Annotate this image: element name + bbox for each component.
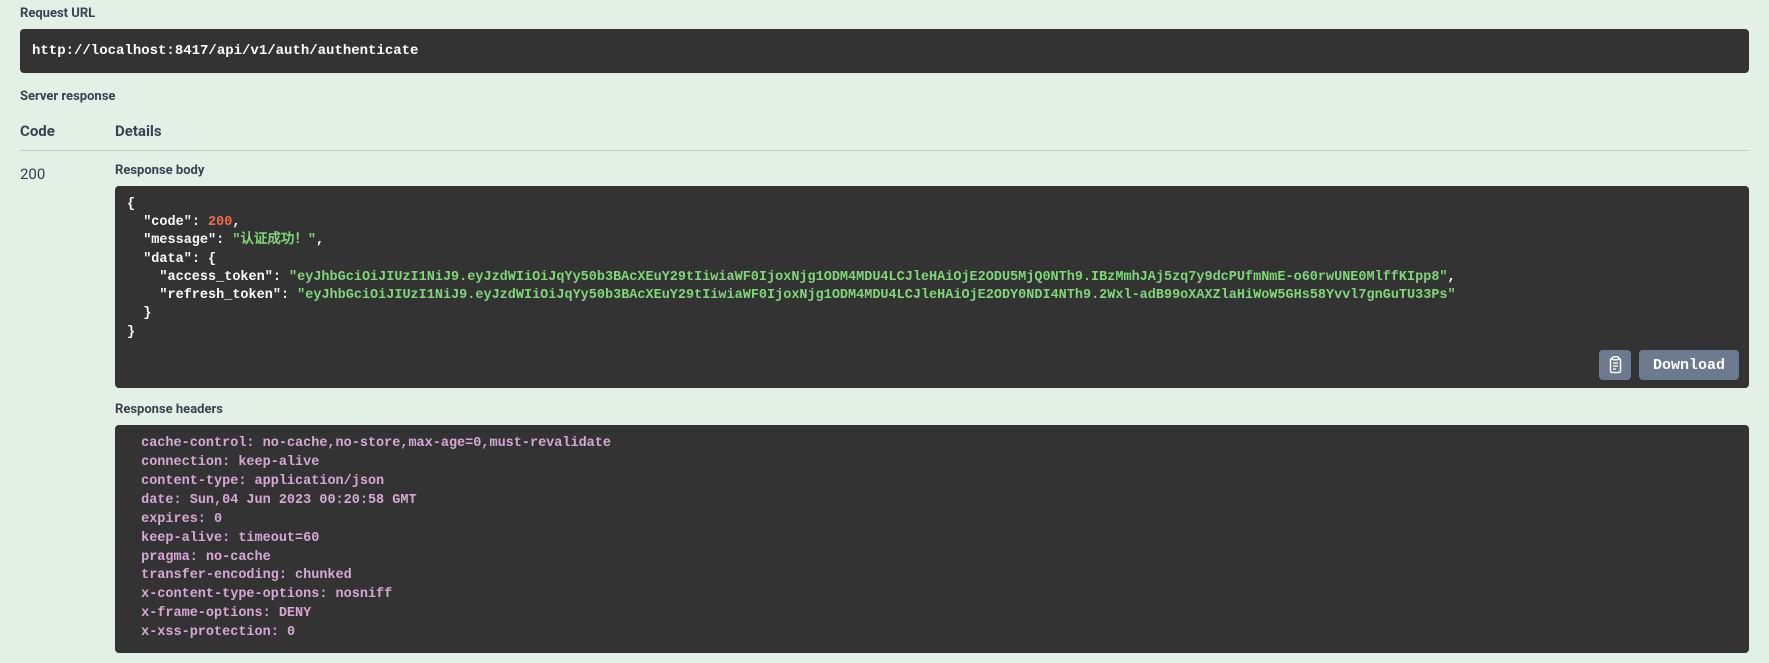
- header-line: date: Sun,04 Jun 2023 00:20:58 GMT: [133, 492, 1731, 511]
- header-value: Sun,04 Jun 2023 00:20:58 GMT: [190, 493, 425, 508]
- header-key: x-xss-protection:: [133, 625, 287, 640]
- json-val-refresh-token: "eyJhbGciOiJIUzI1NiJ9.eyJzdWIiOiJqYy50b3…: [297, 288, 1456, 303]
- json-colon: :: [216, 233, 232, 248]
- json-comma: ,: [316, 233, 324, 248]
- header-line: x-frame-options: DENY: [133, 605, 1731, 624]
- json-key-refresh-token: "refresh_token": [159, 288, 281, 303]
- header-key: keep-alive:: [133, 531, 238, 546]
- json-brace: }: [127, 306, 151, 321]
- header-value: keep-alive: [238, 455, 327, 470]
- json-colon: :: [281, 288, 297, 303]
- header-key: cache-control:: [133, 436, 263, 451]
- request-url-label: Request URL: [20, 0, 1749, 21]
- header-value: nosniff: [336, 587, 401, 602]
- json-brace: }: [127, 325, 135, 340]
- header-key: transfer-encoding:: [133, 568, 295, 583]
- header-value: chunked: [295, 568, 360, 583]
- header-line: expires: 0: [133, 511, 1731, 530]
- header-line: pragma: no-cache: [133, 549, 1731, 568]
- json-colon: :: [273, 270, 289, 285]
- header-value: application/json: [255, 474, 393, 489]
- json-key-data: "data": [143, 252, 192, 267]
- response-body-label: Response body: [115, 163, 1749, 178]
- header-key: pragma:: [133, 550, 206, 565]
- json-colon: :: [192, 215, 208, 230]
- header-value: DENY: [279, 606, 320, 621]
- response-row: 200 Response body { "code": 200, "messag…: [20, 163, 1749, 653]
- column-details-header: Details: [115, 122, 162, 140]
- json-key-message: "message": [143, 233, 216, 248]
- response-headers-block: cache-control: no-cache,no-store,max-age…: [115, 425, 1749, 653]
- copy-button[interactable]: [1599, 350, 1631, 380]
- server-response-label: Server response: [20, 83, 1749, 104]
- response-body-block: { "code": 200, "message": "认证成功！", "data…: [115, 186, 1749, 388]
- header-key: x-content-type-options:: [133, 587, 336, 602]
- json-val-access-token: "eyJhbGciOiJIUzI1NiJ9.eyJzdWIiOiJqYy50b3…: [289, 270, 1448, 285]
- header-key: connection:: [133, 455, 238, 470]
- header-value: 0: [214, 512, 230, 527]
- header-line: x-xss-protection: 0: [133, 624, 1731, 643]
- header-key: date:: [133, 493, 190, 508]
- response-table-header: Code Details: [20, 122, 1749, 151]
- json-key-access-token: "access_token": [159, 270, 272, 285]
- header-value: timeout=60: [238, 531, 327, 546]
- json-val-code: 200: [208, 215, 232, 230]
- header-key: content-type:: [133, 474, 255, 489]
- header-line: content-type: application/json: [133, 473, 1731, 492]
- header-value: no-cache: [206, 550, 279, 565]
- download-button[interactable]: Download: [1639, 350, 1739, 380]
- column-code-header: Code: [20, 122, 115, 140]
- clipboard-icon: [1607, 356, 1623, 374]
- header-line: connection: keep-alive: [133, 454, 1731, 473]
- request-url-value: http://localhost:8417/api/v1/auth/authen…: [20, 29, 1749, 73]
- header-line: transfer-encoding: chunked: [133, 567, 1731, 586]
- json-comma: ,: [232, 215, 240, 230]
- header-line: x-content-type-options: nosniff: [133, 586, 1731, 605]
- header-value: no-cache,no-store,max-age=0,must-revalid…: [263, 436, 619, 451]
- status-code: 200: [20, 163, 115, 653]
- header-line: cache-control: no-cache,no-store,max-age…: [133, 435, 1731, 454]
- response-headers-label: Response headers: [115, 402, 1749, 417]
- json-comma: ,: [1448, 270, 1456, 285]
- header-key: expires:: [133, 512, 214, 527]
- json-key-code: "code": [143, 215, 192, 230]
- json-brace: {: [127, 197, 135, 212]
- json-val-message: "认证成功！": [232, 233, 316, 248]
- header-key: x-frame-options:: [133, 606, 279, 621]
- header-value: 0: [287, 625, 303, 640]
- header-line: keep-alive: timeout=60: [133, 530, 1731, 549]
- json-colon: : {: [192, 252, 216, 267]
